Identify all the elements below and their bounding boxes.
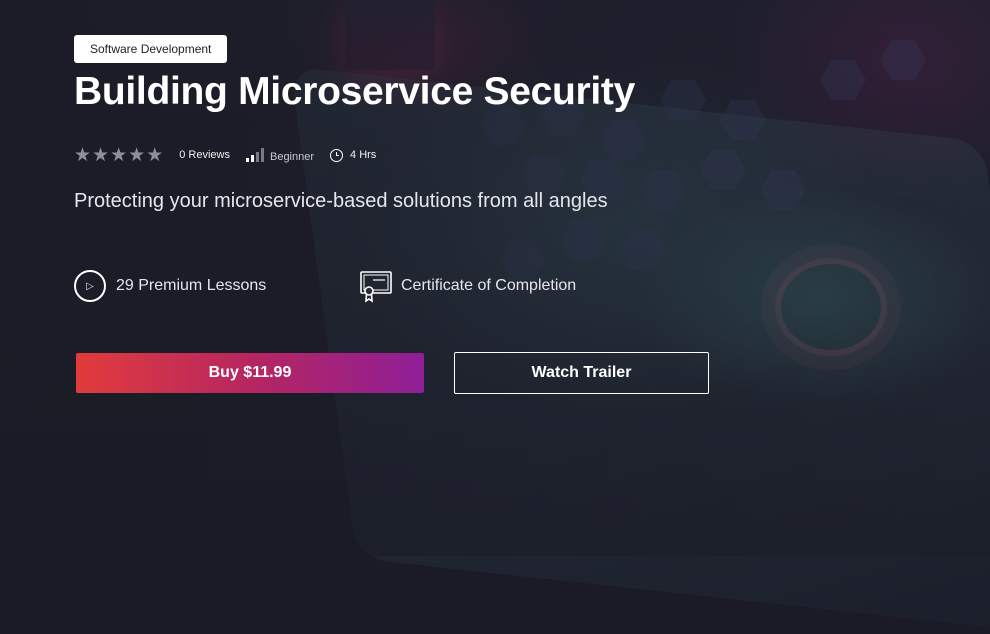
star-icon: ★	[146, 144, 164, 166]
buy-button[interactable]: Buy $11.99	[76, 353, 424, 393]
clock-icon	[330, 148, 344, 162]
star-icon: ★	[74, 144, 92, 166]
difficulty-level: Beginner	[269, 151, 315, 163]
category-badge[interactable]: Software Development	[74, 35, 228, 63]
lessons-feature: ▷ 29 Premium Lessons	[74, 270, 266, 302]
watch-trailer-button[interactable]: Watch Trailer	[454, 352, 709, 394]
certificate-label: Certificate of Completion	[401, 277, 577, 294]
star-icon: ★	[110, 144, 128, 166]
star-icon: ★	[92, 144, 110, 166]
certificate-icon	[360, 271, 392, 303]
course-subtitle: Protecting your microservice-based solut…	[74, 190, 608, 212]
play-circle-icon: ▷	[74, 270, 106, 302]
course-hero: Software Development Building Microservi…	[0, 0, 990, 556]
course-duration: 4 Hrs	[350, 149, 377, 161]
course-title: Building Microservice Security	[74, 70, 636, 113]
certificate-feature: Certificate of Completion	[359, 270, 577, 303]
star-icon: ★	[128, 144, 146, 166]
lessons-count: 29 Premium Lessons	[116, 277, 267, 294]
course-meta: ★ ★ ★ ★ ★ 0 Reviews Beginner 4 Hrs	[74, 145, 376, 165]
rating-stars: ★ ★ ★ ★ ★	[74, 146, 163, 165]
signal-bars-icon	[245, 148, 264, 162]
reviews-count[interactable]: 0 Reviews	[179, 149, 230, 161]
